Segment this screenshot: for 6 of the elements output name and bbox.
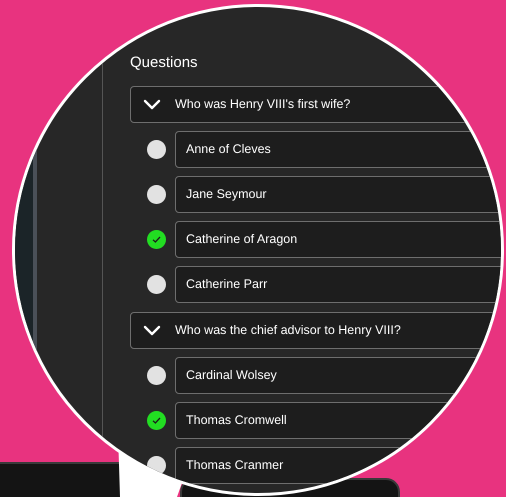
answer-field[interactable]: Catherine of Aragon: [175, 221, 501, 258]
answer-field[interactable]: Catherine Parr: [175, 266, 501, 303]
section-title: Questions: [130, 53, 198, 73]
chevron-down-icon: [143, 325, 161, 336]
chevron-down-icon: [143, 99, 161, 110]
answer-field[interactable]: Jane Seymour: [175, 176, 501, 213]
